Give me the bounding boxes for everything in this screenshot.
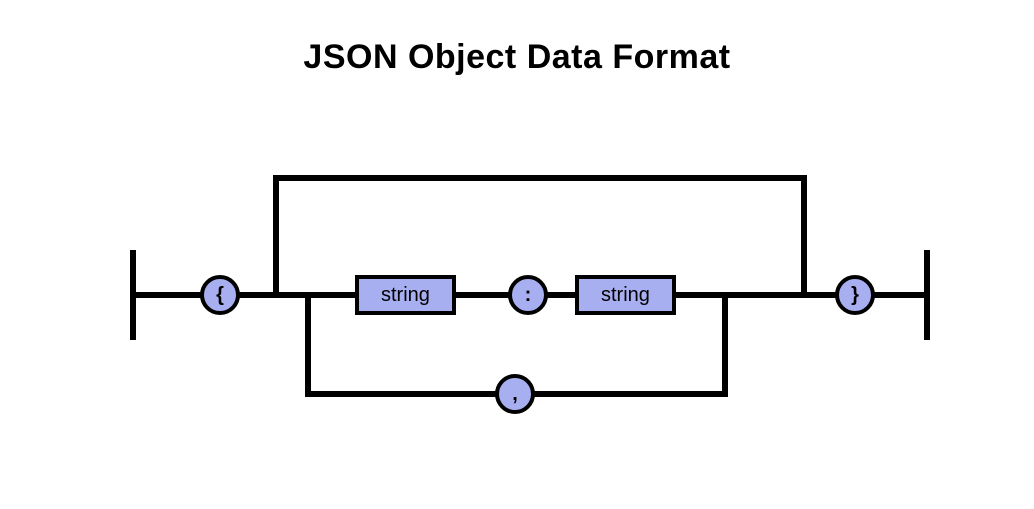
loop-down-left [305,295,311,397]
railroad-diagram: { } string : string , [130,160,930,440]
bypass-up-right [801,175,807,295]
bypass-top [273,175,807,181]
bypass-up-left [273,175,279,295]
string-key-box: string [355,275,456,315]
comma-token: , [495,374,535,414]
open-brace-token: { [200,275,240,315]
loop-down-right [722,295,728,397]
diagram-title: JSON Object Data Format [0,38,1034,77]
close-brace-token: } [835,275,875,315]
colon-token: : [508,275,548,315]
end-terminal [924,250,930,340]
string-value-box: string [575,275,676,315]
